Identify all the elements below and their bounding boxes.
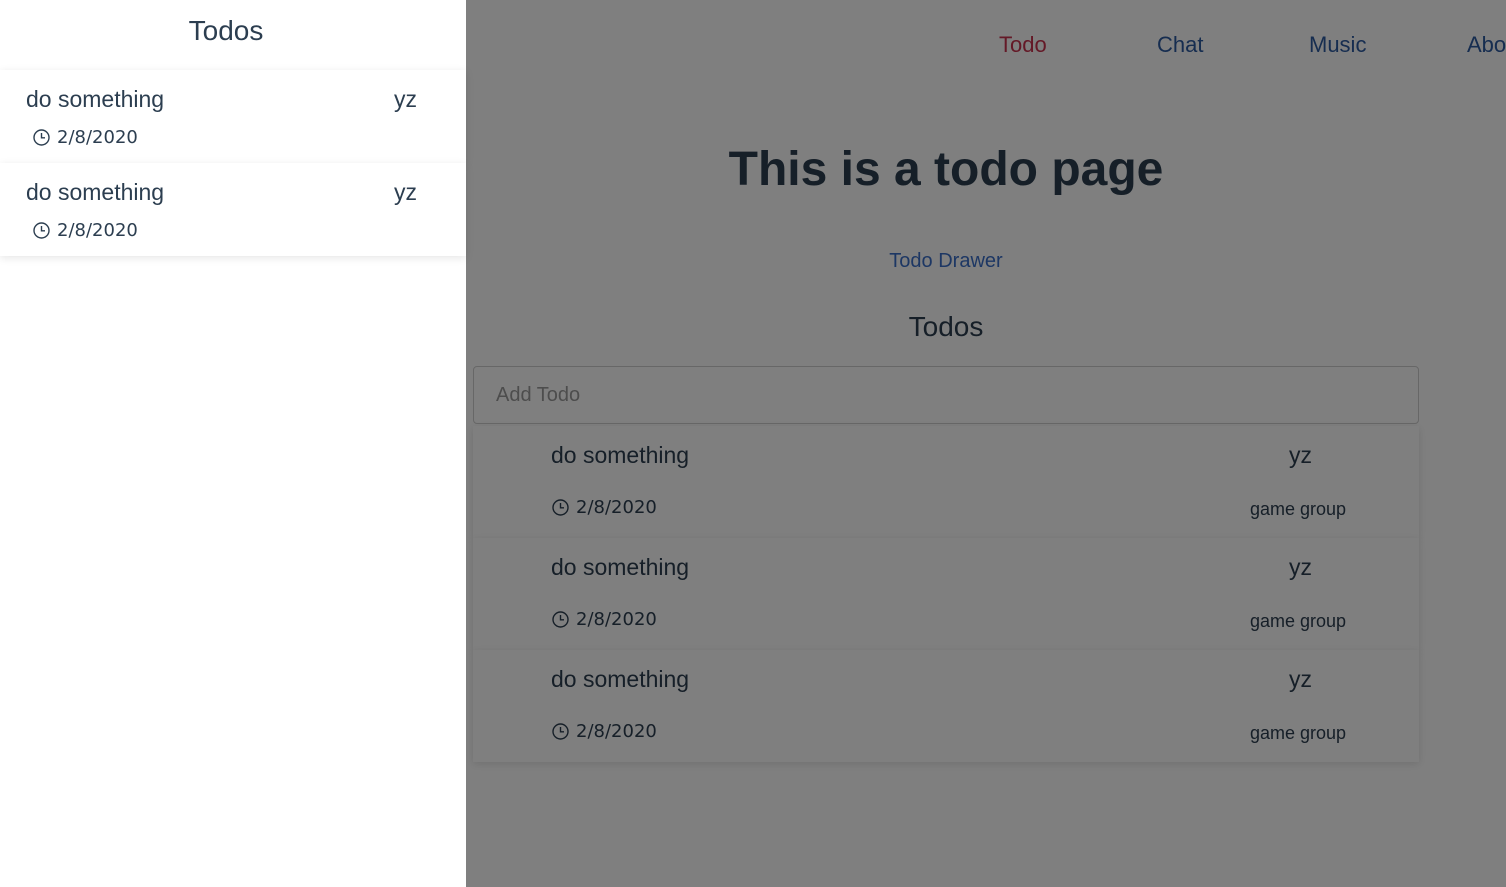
todo-user: yz [394, 179, 417, 205]
todo-drawer: Todos do something yz 2/8/2020 do someth… [0, 0, 466, 887]
todo-user: yz [394, 86, 417, 112]
todo-text: do something [26, 179, 165, 205]
page: Todo Chat Music Abo This is a todo page … [0, 0, 1506, 887]
todo-date: 2/8/2020 [32, 220, 138, 241]
todo-date-text: 2/8/2020 [57, 220, 138, 241]
clock-icon [32, 128, 51, 147]
todo-date-text: 2/8/2020 [57, 127, 138, 148]
drawer-todo-item[interactable]: do something yz 2/8/2020 [0, 163, 466, 256]
clock-icon [32, 221, 51, 240]
drawer-todo-list: do something yz 2/8/2020 do something yz… [0, 70, 466, 256]
todo-date: 2/8/2020 [32, 127, 138, 148]
drawer-title: Todos [188, 15, 264, 46]
todo-text: do something [26, 86, 165, 112]
drawer-todo-item[interactable]: do something yz 2/8/2020 [0, 70, 466, 163]
